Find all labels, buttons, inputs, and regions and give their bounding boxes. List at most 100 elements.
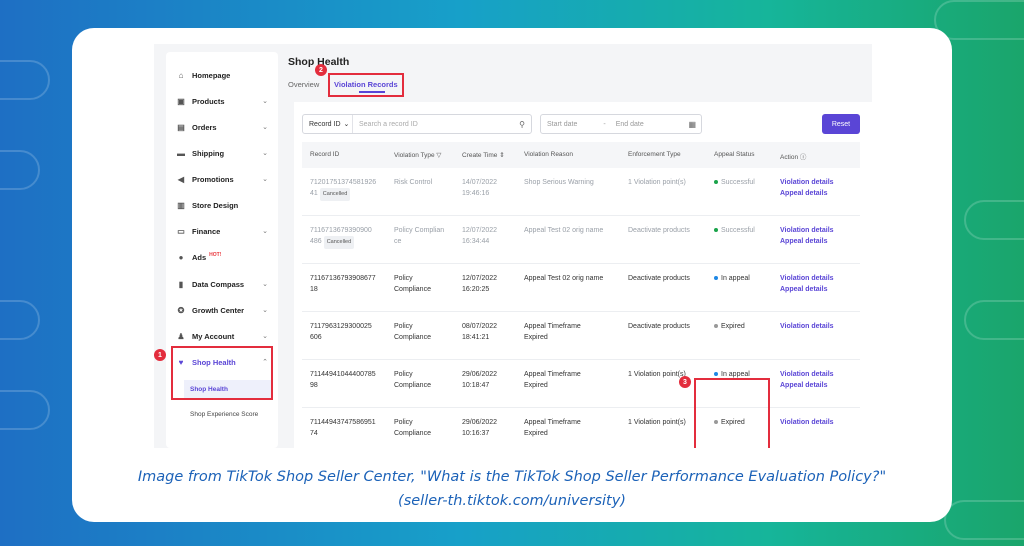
violation-reason: Appeal Timeframe: [524, 419, 581, 426]
table-header: Record ID Violation Type ▽ Create Time ⇕…: [302, 142, 860, 168]
action-cell: Violation details Appeal details: [780, 369, 858, 391]
sidebar-item-label: Orders: [192, 122, 217, 132]
record-id-cell: 7120175137458192​6 41 Cancelled: [310, 177, 388, 201]
sidebar-item-data-compass[interactable]: ▮ Data Compass ⌄: [166, 271, 278, 297]
sidebar-item-finance[interactable]: ▭ Finance ⌄: [166, 218, 278, 244]
reset-button[interactable]: Reset: [822, 114, 860, 134]
decorative-stripe: [0, 390, 50, 430]
violation-reason: Appeal Test 02 orig name: [524, 275, 604, 282]
start-date-field[interactable]: Start date: [547, 121, 577, 128]
create-time-cell: 14/07/2022 19:46:16: [462, 177, 520, 199]
sidebar-subitem-shop-experience-score[interactable]: Shop Experience Score: [184, 405, 272, 423]
violation-records-panel: Record ID ⌄ Search a record ID ⚲ Start d…: [294, 102, 872, 448]
chevron-down-icon: ⌄: [262, 333, 268, 340]
record-id: 7120175137458192​6: [310, 179, 377, 186]
home-icon: ⌂: [178, 70, 184, 80]
record-id: 71144941044400785: [310, 371, 376, 378]
record-id: 7117963129300025: [310, 323, 372, 330]
violation-reason: Appeal Test 02 orig name: [524, 227, 604, 234]
image-caption: Image from TikTok Shop Seller Center, "W…: [72, 465, 952, 513]
sidebar-item-homepage[interactable]: ⌂ Homepage: [166, 62, 278, 88]
record-id-cell: 7116713679390900 486 Cancelled: [310, 225, 388, 249]
box-icon: ▣: [177, 96, 185, 106]
column-header-label: Action: [780, 154, 799, 161]
violation-details-link[interactable]: Violation details: [780, 321, 858, 332]
clipboard-icon: ▤: [177, 122, 185, 132]
action-cell: Violation details Appeal details: [780, 177, 858, 199]
sidebar-item-promotions[interactable]: ◀ Promotions ⌄: [166, 166, 278, 192]
violation-details-link[interactable]: Violation details: [780, 273, 858, 284]
table-row: 71144941044400785 98 Policy Compliance 29/06…: [302, 360, 860, 408]
violation-type-cell: Risk Control: [394, 177, 458, 188]
action-cell: Violation details Appeal details: [780, 273, 858, 295]
enforcement-type-cell: 1 Violation point(s): [628, 179, 686, 186]
record-id: 7116713679390900: [310, 227, 372, 234]
table-row: 7116713679390900 486 Cancelled Policy Compl…: [302, 216, 860, 264]
violation-details-link[interactable]: Violation details: [780, 417, 858, 428]
chevron-down-icon: ⌄: [262, 98, 268, 105]
content-card: ⌂ Homepage ▣ Products ⌄ ▤ Orders ⌄ ▬ Shi…: [72, 28, 952, 522]
decorative-stripe: [944, 500, 1024, 540]
column-header-label: Create Time: [462, 152, 498, 159]
violation-details-link[interactable]: Violation details: [780, 225, 858, 236]
table-row: 7120175137458192​6 41 Cancelled Risk Contro…: [302, 168, 860, 216]
violation-reason-cont: Expired: [524, 334, 548, 341]
search-icon: ⚲: [519, 119, 525, 129]
create-date: 12/07/2022: [462, 227, 498, 234]
violation-reason-cell: Appeal Test 02 orig name: [524, 273, 624, 284]
decorative-stripe: [0, 300, 40, 340]
violation-type: Policy: [394, 371, 413, 378]
ads-icon: ●: [178, 252, 184, 262]
create-time: 10:16:37: [462, 430, 490, 437]
chevron-down-icon: ⌄: [262, 124, 268, 131]
sidebar-item-products[interactable]: ▣ Products ⌄: [166, 88, 278, 114]
enforcement-type-cell: Deactivate products: [628, 323, 690, 330]
sidebar-item-orders[interactable]: ▤ Orders ⌄: [166, 114, 278, 140]
end-date-field[interactable]: End date: [616, 121, 644, 128]
status-dot: [714, 276, 718, 281]
column-header[interactable]: Violation Type ▽: [394, 151, 441, 159]
violation-details-link[interactable]: Violation details: [780, 369, 858, 380]
help-icon: ⓘ: [799, 154, 807, 161]
appeal-details-link[interactable]: Appeal details: [780, 284, 858, 295]
sidebar-item-ads[interactable]: ● Ads HOT!: [166, 244, 278, 270]
violation-reason: Appeal Timeframe: [524, 323, 581, 330]
sidebar-item-label: Finance: [192, 226, 221, 236]
create-date: 29/06/2022: [462, 371, 498, 378]
violation-reason-cell: Appeal Timeframe Expired: [524, 369, 624, 391]
sidebar-item-label: Homepage: [192, 70, 231, 80]
highlight-box-violation-records: [328, 73, 404, 97]
appeal-details-link[interactable]: Appeal details: [780, 380, 858, 391]
status-badge: Successful: [721, 227, 755, 234]
violation-type-cont: Compliance: [394, 334, 431, 341]
chevron-down-icon: ⌄: [262, 307, 268, 314]
sidebar-item-growth-center[interactable]: ✪ Growth Center ⌄: [166, 297, 278, 323]
search-field-select[interactable]: Record ID ⌄: [303, 115, 353, 133]
violation-details-link[interactable]: Violation details: [780, 177, 858, 188]
appeal-details-link[interactable]: Appeal details: [780, 188, 858, 199]
date-range-picker[interactable]: Start date - End date ▦: [540, 114, 702, 134]
column-header[interactable]: Create Time ⇕: [462, 151, 505, 159]
search-field-label: Record ID: [309, 120, 341, 128]
record-id-cell: 71167136793908677 18: [310, 273, 388, 295]
status-badge: In appeal: [721, 275, 750, 282]
search-input[interactable]: Search a record ID: [353, 121, 519, 128]
sidebar-item-store-design[interactable]: ▥ Store Design: [166, 192, 278, 218]
record-id-cont: 606: [310, 334, 322, 341]
violation-type-cont: Compliance: [394, 382, 431, 389]
violation-type-cont: Compliance: [394, 430, 431, 437]
tab-overview[interactable]: Overview: [288, 80, 319, 89]
create-date: 14/07/2022: [462, 179, 498, 186]
create-time: 16:34:44: [462, 238, 490, 245]
appeal-status-cell: Successful: [714, 225, 776, 236]
callout-badge-1: 1: [154, 349, 166, 361]
table-row: 71144943747586951 74 Policy Compliance 29/06…: [302, 408, 860, 448]
appeal-details-link[interactable]: Appeal details: [780, 236, 858, 247]
sidebar-item-label: Store Design: [192, 200, 239, 210]
caption-line: (seller-th.tiktok.com/university): [398, 493, 626, 509]
sidebar-item-shipping[interactable]: ▬ Shipping ⌄: [166, 140, 278, 166]
cancelled-badge: Cancelled: [319, 188, 351, 201]
sidebar-item-label: Data Compass: [192, 279, 245, 289]
record-search: Record ID ⌄ Search a record ID ⚲: [302, 114, 532, 134]
sidebar-item-label: Shipping: [192, 148, 225, 158]
